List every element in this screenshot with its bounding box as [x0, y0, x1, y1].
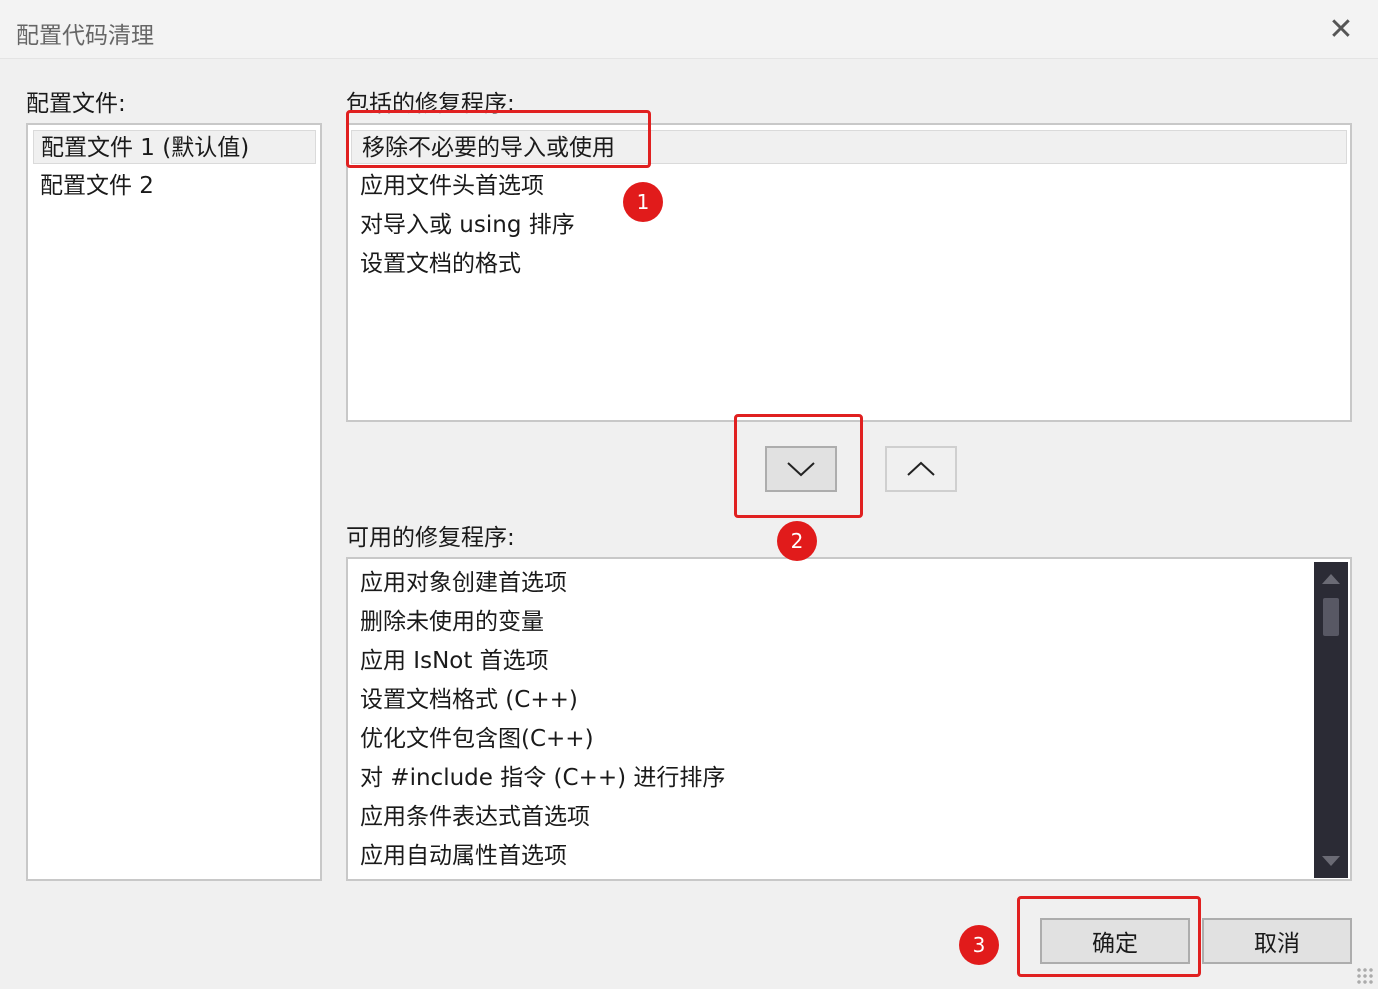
available-fixers-label: 可用的修复程序:: [346, 525, 515, 551]
window-title: 配置代码清理: [16, 23, 154, 49]
included-item-2[interactable]: 应用文件头首选项: [360, 169, 544, 203]
scroll-up-arrow-icon[interactable]: [1322, 574, 1340, 584]
included-item-3[interactable]: 对导入或 using 排序: [360, 208, 575, 242]
included-item-4[interactable]: 设置文档的格式: [360, 247, 521, 281]
vertical-scrollbar[interactable]: [1314, 562, 1348, 878]
ok-button[interactable]: 确定: [1040, 918, 1190, 964]
included-fixers-label: 包括的修复程序:: [346, 91, 515, 117]
title-bar: 配置代码清理 ✕: [0, 0, 1378, 59]
annotation-badge-2: 2: [777, 521, 817, 561]
included-fixers-list[interactable]: 移除不必要的导入或使用 应用文件头首选项 对导入或 using 排序 设置文档的…: [346, 123, 1352, 422]
profiles-list[interactable]: 配置文件 1 (默认值) 配置文件 2: [26, 123, 322, 881]
move-down-button[interactable]: [765, 446, 837, 492]
available-item-5[interactable]: 优化文件包含图(C++): [360, 722, 594, 756]
profiles-label: 配置文件:: [26, 91, 126, 117]
close-button[interactable]: ✕: [1324, 11, 1358, 47]
available-item-3[interactable]: 应用 IsNot 首选项: [360, 644, 549, 678]
available-item-6[interactable]: 对 #include 指令 (C++) 进行排序: [360, 761, 725, 795]
available-item-8[interactable]: 应用自动属性首选项: [360, 839, 567, 873]
chevron-down-icon: [787, 462, 815, 477]
annotation-badge-3: 3: [959, 925, 999, 965]
profile-item-2[interactable]: 配置文件 2: [40, 169, 154, 203]
available-item-1[interactable]: 应用对象创建首选项: [360, 566, 567, 600]
available-fixers-list[interactable]: 应用对象创建首选项 删除未使用的变量 应用 IsNot 首选项 设置文档格式 (…: [346, 557, 1352, 881]
close-icon: ✕: [1328, 11, 1354, 47]
available-item-7[interactable]: 应用条件表达式首选项: [360, 800, 590, 834]
chevron-up-icon: [907, 461, 935, 476]
scroll-down-arrow-icon[interactable]: [1322, 856, 1340, 866]
annotation-badge-1: 1: [623, 182, 663, 222]
scroll-thumb[interactable]: [1323, 598, 1339, 636]
included-item-1[interactable]: 移除不必要的导入或使用: [351, 130, 1347, 164]
cancel-button[interactable]: 取消: [1202, 918, 1352, 964]
move-up-button[interactable]: [885, 446, 957, 492]
available-item-2[interactable]: 删除未使用的变量: [360, 605, 544, 639]
profile-item-1[interactable]: 配置文件 1 (默认值): [33, 130, 316, 164]
available-item-4[interactable]: 设置文档格式 (C++): [360, 683, 578, 717]
resize-grip-icon[interactable]: [1356, 967, 1374, 985]
